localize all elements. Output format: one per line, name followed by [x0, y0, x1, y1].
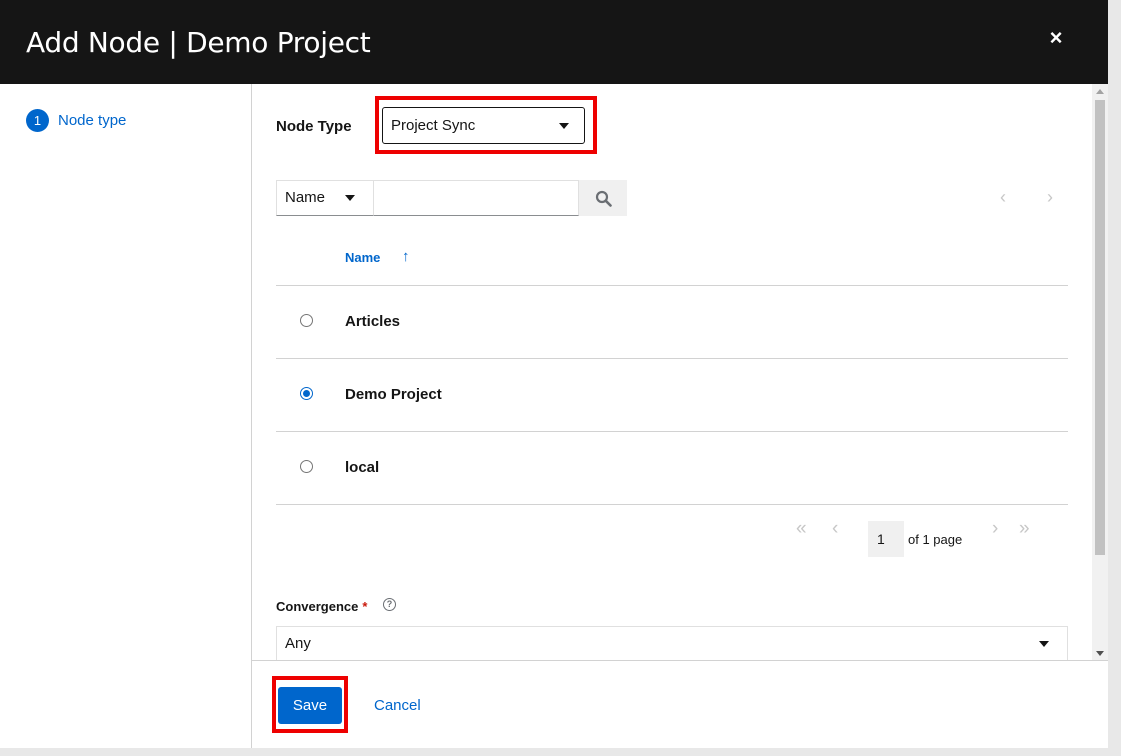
- search-icon: [595, 190, 612, 207]
- top-next-page-icon[interactable]: ›: [1047, 187, 1053, 208]
- sort-ascending-icon[interactable]: ↑: [402, 248, 410, 265]
- node-type-label: Node Type: [276, 118, 352, 135]
- table-row[interactable]: Articles: [276, 285, 1068, 358]
- scroll-down-icon[interactable]: [1096, 651, 1104, 656]
- table-divider: [276, 504, 1068, 505]
- wizard-content: Node Type Project Sync Name ‹ › Name ↑ A…: [252, 84, 1092, 660]
- convergence-select[interactable]: Any: [276, 626, 1068, 660]
- wizard-step-node-type[interactable]: 1 Node type: [26, 109, 126, 132]
- scroll-thumb[interactable]: [1095, 100, 1105, 555]
- add-node-modal: Add Node | Demo Project × 1 Node type No…: [0, 0, 1108, 748]
- search-input[interactable]: [373, 180, 579, 216]
- caret-down-icon: [345, 195, 355, 201]
- required-marker: *: [362, 599, 368, 614]
- modal-header: Add Node | Demo Project ×: [0, 0, 1108, 84]
- first-page-icon[interactable]: «: [796, 518, 807, 540]
- convergence-label-text: Convergence: [276, 599, 359, 614]
- node-type-select[interactable]: Project Sync: [382, 107, 585, 144]
- caret-down-icon: [559, 123, 569, 129]
- scroll-up-icon[interactable]: [1096, 89, 1104, 94]
- table-row[interactable]: local: [276, 431, 1068, 504]
- column-header-name[interactable]: Name: [345, 250, 380, 265]
- cancel-button[interactable]: Cancel: [374, 697, 421, 714]
- last-page-icon[interactable]: »: [1019, 518, 1030, 540]
- help-icon[interactable]: ?: [383, 598, 396, 611]
- modal-footer: Save Cancel: [252, 660, 1108, 748]
- prev-page-icon[interactable]: ‹: [832, 518, 838, 540]
- next-page-icon[interactable]: ›: [992, 518, 998, 540]
- filter-field-select[interactable]: Name: [276, 180, 374, 216]
- search-button[interactable]: [579, 180, 627, 216]
- page-count-text: of 1 page: [908, 532, 963, 547]
- convergence-label: Convergence *: [276, 599, 367, 614]
- row-radio[interactable]: [300, 314, 313, 327]
- node-type-value: Project Sync: [391, 117, 476, 134]
- wizard-sidebar: 1 Node type: [0, 84, 252, 748]
- top-prev-page-icon[interactable]: ‹: [1000, 187, 1006, 208]
- horizontal-scrollbar[interactable]: [0, 748, 1121, 756]
- caret-down-icon: [1039, 641, 1049, 647]
- vertical-scrollbar[interactable]: [1092, 84, 1108, 660]
- convergence-value: Any: [285, 635, 311, 652]
- modal-title: Add Node | Demo Project: [26, 26, 371, 59]
- row-radio[interactable]: [300, 387, 313, 400]
- save-button[interactable]: Save: [278, 687, 342, 724]
- filter-field-value: Name: [285, 189, 326, 206]
- step-label: Node type: [58, 112, 127, 129]
- step-number: 1: [26, 109, 49, 132]
- page-number-input[interactable]: 1: [868, 521, 904, 557]
- project-list: Articles Demo Project local: [276, 285, 1068, 505]
- table-row[interactable]: Demo Project: [276, 358, 1068, 431]
- row-radio[interactable]: [300, 460, 313, 473]
- row-name: Articles: [345, 313, 401, 330]
- row-name: local: [345, 459, 380, 476]
- row-name: Demo Project: [345, 386, 442, 403]
- close-icon[interactable]: ×: [1045, 27, 1067, 49]
